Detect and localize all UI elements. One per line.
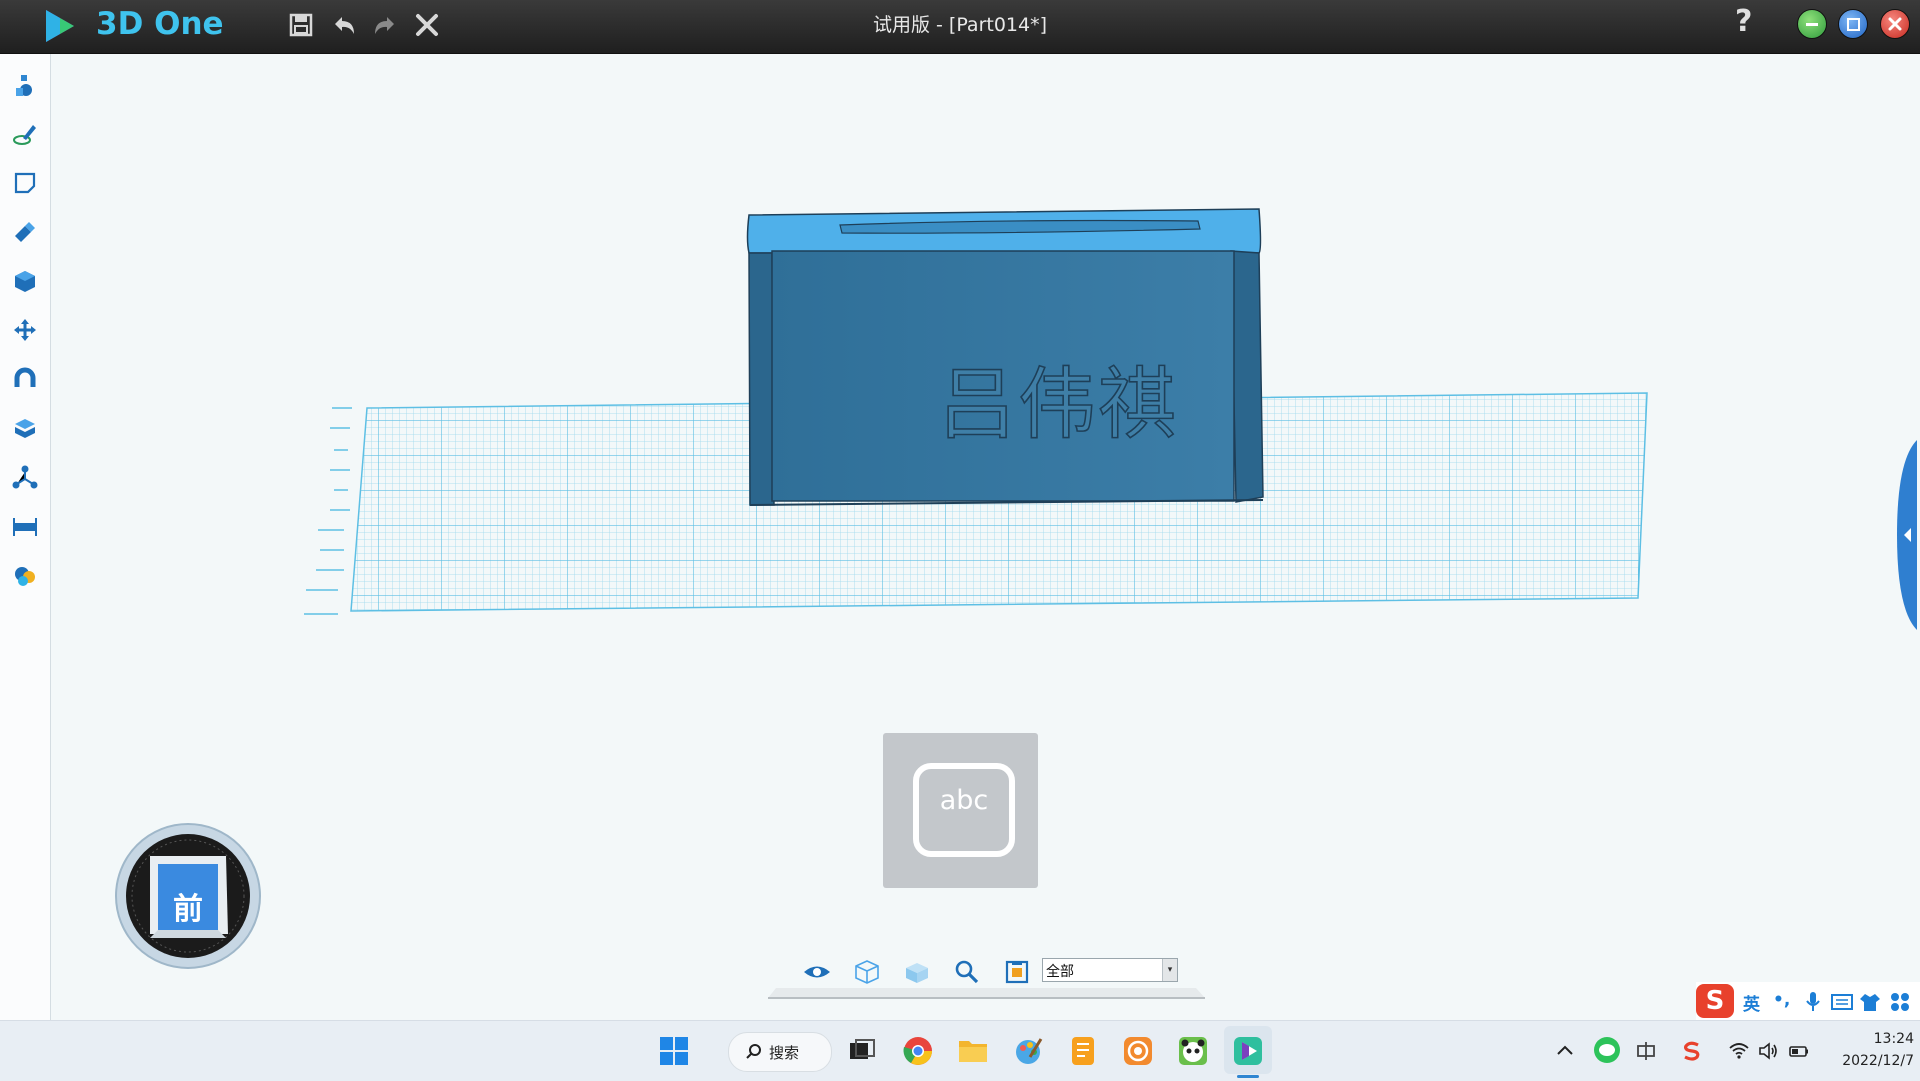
wechat-icon[interactable]: [1592, 1035, 1622, 1065]
undo-icon[interactable]: [327, 8, 361, 42]
zoom-icon[interactable]: [952, 959, 982, 985]
taskbar: 搜索 13:24 2022/12/7: [0, 1020, 1920, 1081]
clock-time[interactable]: 13:24: [1844, 1031, 1914, 1047]
filter-value: 全部: [1046, 964, 1074, 980]
eye-icon[interactable]: [802, 959, 832, 985]
text-tool-label: abc: [939, 785, 989, 816]
engraved-text: 吕伟祺: [937, 359, 1178, 451]
title-bar: 3D One 试用版 - [Part014*] ?: [0, 0, 1920, 54]
combine-icon[interactable]: [11, 414, 39, 442]
restore-button[interactable]: [1838, 9, 1868, 39]
active-indicator: [1237, 1075, 1259, 1078]
tool-sidebar: [0, 54, 51, 1020]
chrome-icon[interactable]: [898, 1031, 938, 1071]
panel-expand-handle[interactable]: [1897, 440, 1917, 630]
special-function-icon[interactable]: [11, 267, 39, 295]
view-toolbar: 全部 ▾: [768, 948, 1205, 1004]
array-icon[interactable]: [11, 463, 39, 491]
paint-icon[interactable]: [1008, 1031, 1048, 1071]
magnet-icon[interactable]: [11, 365, 39, 393]
battery-icon[interactable]: [1787, 1039, 1811, 1063]
app-name: 3D One: [96, 6, 224, 42]
sketch-edit-icon[interactable]: [11, 169, 39, 197]
clock-date[interactable]: 2022/12/7: [1826, 1053, 1914, 1069]
window-close-button[interactable]: [1880, 9, 1910, 39]
taskbar-search[interactable]: 搜索: [728, 1032, 832, 1072]
3d-one-taskbar-icon[interactable]: [1228, 1031, 1268, 1071]
render-mode-icon[interactable]: [1002, 959, 1032, 985]
shaded-cube-icon[interactable]: [902, 959, 932, 985]
ime-toolbar: S 英 •,: [1696, 982, 1920, 1022]
restore-icon: [1847, 18, 1860, 31]
skin-icon[interactable]: [1859, 991, 1881, 1013]
close-icon[interactable]: [410, 8, 444, 42]
minimize-button[interactable]: [1797, 9, 1827, 39]
search-icon: [746, 1044, 761, 1059]
window-close-icon: [1888, 17, 1902, 31]
sketch-icon[interactable]: [11, 120, 39, 148]
wifi-icon[interactable]: [1727, 1039, 1751, 1063]
explorer-icon[interactable]: [953, 1031, 993, 1071]
wireframe-cube-icon[interactable]: [852, 959, 882, 985]
codemao-icon[interactable]: [1118, 1031, 1158, 1071]
apps-grid-icon[interactable]: [1889, 991, 1911, 1013]
save-icon[interactable]: [284, 8, 318, 42]
taskview-icon[interactable]: [842, 1031, 882, 1071]
ime-mode-toggle[interactable]: 英: [1743, 990, 1760, 1015]
basic-edit-icon[interactable]: [11, 316, 39, 344]
text-tool-icon: abc: [913, 763, 1015, 857]
panda-app-icon[interactable]: [1173, 1031, 1213, 1071]
basic-solids-icon[interactable]: [11, 71, 39, 99]
search-label: 搜索: [769, 1044, 800, 1062]
material-icon[interactable]: [11, 561, 39, 589]
measure-icon[interactable]: [11, 512, 39, 540]
chevron-down-icon[interactable]: ▾: [1162, 959, 1177, 981]
ime-punct-toggle[interactable]: •,: [1773, 990, 1790, 1010]
keyboard-icon[interactable]: [1831, 992, 1853, 1012]
minimize-icon: [1806, 23, 1818, 26]
volume-icon[interactable]: [1756, 1039, 1780, 1063]
chevron-up-icon[interactable]: [1553, 1039, 1577, 1063]
sogou-logo-icon[interactable]: S: [1696, 984, 1734, 1018]
redo-icon[interactable]: [368, 8, 402, 42]
mic-icon[interactable]: [1803, 991, 1823, 1013]
help-icon[interactable]: ?: [1735, 4, 1752, 39]
sogou-icon[interactable]: [1680, 1039, 1704, 1063]
notes-icon[interactable]: [1063, 1031, 1103, 1071]
text-input-tool[interactable]: abc: [883, 733, 1038, 888]
filter-select[interactable]: 全部 ▾: [1042, 958, 1178, 982]
ime-zh-icon[interactable]: [1634, 1039, 1658, 1063]
feature-icon[interactable]: [11, 218, 39, 246]
app-logo-icon: [46, 10, 74, 42]
start-icon[interactable]: [654, 1031, 694, 1071]
viewcube-front-label[interactable]: 前: [156, 884, 220, 928]
toolbar-shelf: [768, 988, 1205, 999]
